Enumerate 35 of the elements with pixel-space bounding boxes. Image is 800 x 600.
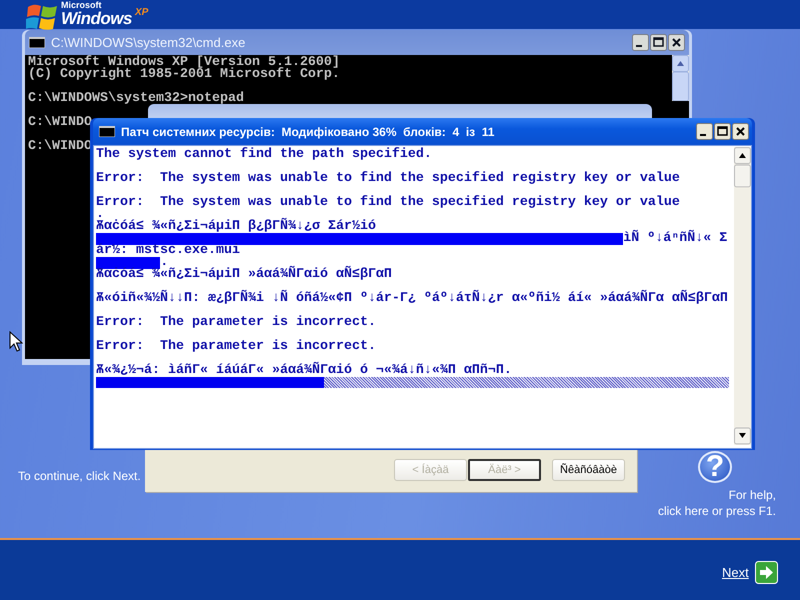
- console-line: C:\WINDO: [28, 141, 92, 153]
- close-button[interactable]: [732, 123, 749, 140]
- console-icon: [99, 126, 115, 137]
- help-text[interactable]: For help,: [728, 487, 776, 503]
- dialog-button[interactable]: Ñêàñóâàòè: [552, 459, 625, 481]
- console-line: The system cannot find the path specified.: [96, 149, 432, 161]
- console-icon: [29, 37, 45, 48]
- logo-name: Windows: [61, 10, 132, 27]
- console-line: Error: The parameter is incorrect.: [96, 341, 376, 353]
- scrollbar[interactable]: [734, 146, 751, 446]
- minimize-button[interactable]: [696, 123, 713, 140]
- minimize-button[interactable]: [632, 34, 649, 51]
- console-line: ár½: mstsc.exe.mui: [96, 245, 240, 257]
- maximize-button[interactable]: [714, 123, 731, 140]
- scrollbar[interactable]: [672, 55, 689, 101]
- mouse-cursor-icon: [9, 331, 23, 353]
- help-icon[interactable]: ?: [698, 451, 732, 483]
- console-line: .: [96, 209, 104, 221]
- window-title: Патч системних ресурсів: Модифіковано 36% блоків: 4 із 11: [121, 124, 496, 138]
- console-line: Error: The system was unable to find the specified registry key or value: [96, 173, 680, 185]
- help-text[interactable]: click here or press F1.: [658, 503, 776, 519]
- window-title: C:\WINDOWS\system32\cmd.exe: [51, 35, 246, 50]
- console-line: C:\WINDOWS\system32>notepad: [28, 93, 244, 105]
- logo-brand: Microsoft: [61, 1, 102, 10]
- maximize-button[interactable]: [650, 34, 667, 51]
- console-line: C:\WINDO: [28, 117, 92, 129]
- next-button[interactable]: Next: [722, 561, 778, 584]
- console-line: (C) Copyright 1985-2001 Microsoft Corp.: [28, 69, 340, 81]
- instruction-text: To continue, click Next.: [18, 469, 141, 483]
- close-button[interactable]: [668, 34, 685, 51]
- console-line: .: [160, 257, 168, 269]
- arrow-right-icon: [754, 561, 778, 584]
- console-line: Error: The parameter is incorrect.: [96, 317, 376, 329]
- logo-edition: XP: [134, 7, 148, 18]
- console-line: Error: The system was unable to find the specified registry key or value: [96, 197, 680, 209]
